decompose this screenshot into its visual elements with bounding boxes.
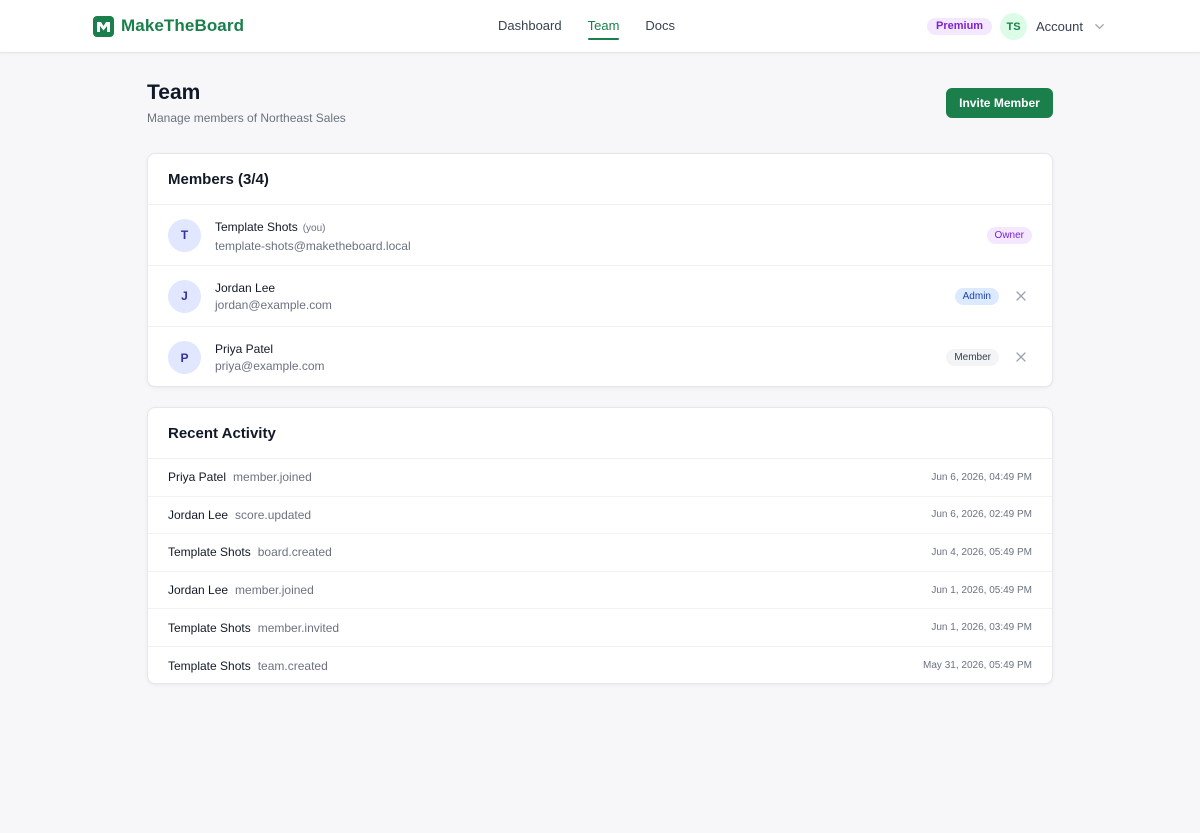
page-title: Team [147, 81, 201, 104]
activity-timestamp: Jun 6, 2026, 02:49 PM [931, 509, 1032, 521]
activity-action: score.updated [235, 507, 312, 522]
brand-logo-link[interactable]: MakeTheBoard [93, 15, 244, 37]
main-nav: Dashboard Team Docs [498, 0, 675, 53]
activity-action: board.created [257, 545, 332, 560]
activity-action: member.joined [235, 583, 314, 598]
member-info: Jordan Lee jordan@example.com [215, 281, 332, 312]
invite-member-button[interactable]: Invite Member [946, 88, 1053, 118]
members-card: Members (3/4) T Template Shots (you) temp… [147, 153, 1053, 387]
activity-timestamp: Jun 6, 2026, 04:49 PM [931, 471, 1032, 483]
role-badge-owner: Owner [986, 227, 1032, 244]
member-name: Template Shots [215, 219, 298, 234]
avatar: TS [1000, 13, 1027, 40]
activity-actor: Template Shots [168, 545, 251, 560]
activity-action: team.created [257, 658, 328, 673]
nav-docs[interactable]: Docs [645, 0, 675, 40]
activity-actor: Template Shots [168, 658, 251, 673]
role-badge-member: Member [946, 349, 999, 366]
remove-member-button[interactable] [1014, 289, 1028, 303]
activity-actor: Jordan Lee [168, 583, 229, 598]
top-navbar: MakeTheBoard Dashboard Team Docs Premium… [0, 0, 1200, 53]
you-label: (you) [302, 222, 326, 234]
member-info: Template Shots (you) template-shots@maket… [215, 218, 411, 253]
member-avatar: P [168, 341, 201, 374]
member-row: P Priya Patel priya@example.com Member [148, 327, 1052, 386]
close-icon [1016, 291, 1026, 301]
member-email: template-shots@maketheboard.local [215, 238, 411, 253]
page-subtitle: Manage members of Northeast Sales [147, 111, 346, 125]
member-row: J Jordan Lee jordan@example.com Admin [148, 266, 1052, 327]
member-info: Priya Patel priya@example.com [215, 342, 325, 373]
activity-row: Priya Patel member.joined Jun 6, 2026, 0… [148, 459, 1052, 497]
member-email: jordan@example.com [215, 297, 332, 312]
members-heading: Members (3/4) [148, 154, 1052, 205]
activity-row: Jordan Lee member.joined Jun 1, 2026, 05… [148, 572, 1052, 610]
chevron-down-icon [1095, 24, 1104, 29]
nav-dashboard[interactable]: Dashboard [498, 0, 562, 40]
activity-actor: Priya Patel [168, 470, 227, 485]
activity-row: Template Shots team.created May 31, 2026… [148, 647, 1052, 683]
activity-timestamp: Jun 4, 2026, 05:49 PM [931, 546, 1032, 558]
activity-row: Template Shots member.invited Jun 1, 202… [148, 609, 1052, 647]
activity-card: Recent Activity Priya Patel member.joine… [147, 407, 1053, 684]
member-name: Priya Patel [215, 342, 274, 356]
activity-actor: Jordan Lee [168, 507, 229, 522]
brand-name: MakeTheBoard [121, 16, 245, 35]
remove-member-button[interactable] [1014, 350, 1028, 364]
board-logo-icon [93, 15, 114, 37]
activity-actor: Template Shots [168, 620, 251, 635]
nav-team[interactable]: Team [587, 0, 619, 40]
activity-action: member.invited [257, 620, 340, 635]
plan-badge: Premium [927, 18, 993, 35]
member-name-line: Template Shots (you) [215, 218, 411, 236]
role-badge-admin: Admin [954, 288, 999, 305]
member-avatar: T [168, 218, 201, 252]
account-menu[interactable]: TS Account [1000, 13, 1105, 40]
activity-action: member.joined [233, 470, 312, 485]
activity-timestamp: May 31, 2026, 05:49 PM [923, 660, 1032, 672]
close-icon [1016, 352, 1026, 362]
activity-row: Jordan Lee score.updated Jun 6, 2026, 02… [148, 497, 1052, 535]
account-label: Account [1036, 19, 1083, 34]
member-row: T Template Shots (you) template-shots@mak… [148, 205, 1052, 266]
activity-heading: Recent Activity [148, 408, 1052, 459]
member-name: Jordan Lee [215, 280, 276, 295]
activity-timestamp: Jun 1, 2026, 05:49 PM [931, 584, 1032, 596]
activity-timestamp: Jun 1, 2026, 03:49 PM [931, 622, 1032, 634]
activity-row: Template Shots board.created Jun 4, 2026… [148, 534, 1052, 572]
member-avatar: J [168, 279, 201, 313]
member-email: priya@example.com [215, 359, 325, 373]
